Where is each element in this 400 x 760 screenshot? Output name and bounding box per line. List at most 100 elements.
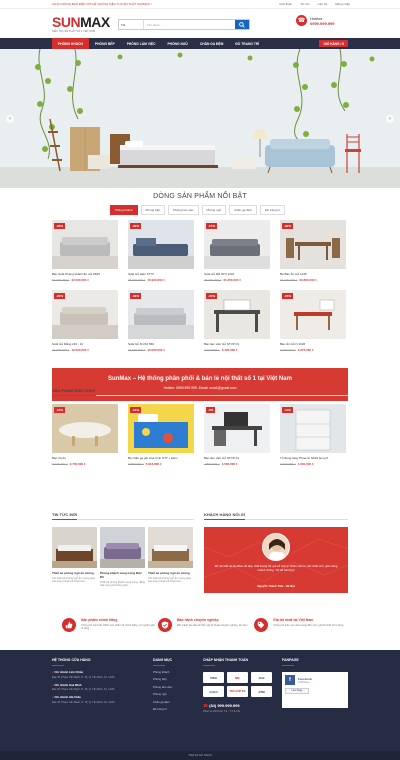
product-card[interactable]: -14% Bộ chăn ga gối Hoa Xinh NTT + Đệm 6… [128,404,194,466]
search-input[interactable]: Tìm kiếm... [144,20,235,29]
featured-tabs: Phòng khách Phòng bếp Phòng làm việc Phò… [110,205,286,215]
nav-living-room[interactable]: PHÒNG KHÁCH [52,38,89,49]
tab-decor[interactable]: Đồ trang trí [260,205,286,215]
product-name[interactable]: Tủ đựng Giày Phoenix N634 bung 5 [280,456,346,460]
product-name[interactable]: Sofa Gỗ M 201 566 [128,342,194,346]
product-card[interactable]: -36% Sofa Gỗ M 201 566 25.000.000 ₫ 16.00… [128,290,194,352]
product-image[interactable]: -36% [128,290,194,339]
top-link-about[interactable]: Giới thiệu [279,2,292,6]
stores-title: HỆ THỐNG CỬA HÀNG [52,658,91,662]
slider-prev-arrow[interactable]: ‹ [6,115,14,123]
nav-kitchen[interactable]: PHÒNG BẾP [89,38,121,49]
news-item-title[interactable]: Thiết kế phòng ngủ ấn tượng [52,571,97,575]
footer-link[interactable]: Phòng ngủ [153,692,193,696]
top-link-news[interactable]: Tin tức [300,2,309,6]
news-image[interactable] [148,527,193,568]
top-link-login[interactable]: Đăng nhập [335,2,350,6]
tab-living-room[interactable]: Phòng khách [110,205,138,215]
footer-link[interactable]: Đồ trang trí [153,707,193,711]
news-image[interactable] [52,527,97,568]
fb-page-name: Facebook [298,676,313,681]
news-item[interactable]: Phòng khách sang trọng Đức Đồ Thiết kế p… [100,527,145,587]
footer-link[interactable]: Phòng bếp [153,677,193,681]
footer-link[interactable]: Phòng khách [153,670,193,674]
logo[interactable]: SUNMAX SIÊU THỊ NỘI THẤT SỐ 1 VIỆT NAM [52,15,110,33]
product-name[interactable]: Bàn Ăn Gỗ N 1026 [280,342,346,346]
tab-kitchen[interactable]: Phòng bếp [140,205,166,215]
product-image[interactable]: -28% [52,220,118,269]
product-image[interactable]: -14% [128,404,194,453]
product-card[interactable]: -28% Bàn Sofa Phòng khách ấu mẫ N625 57.… [52,220,118,282]
sale-price: 42.000.000 ₫ [71,278,89,282]
nav-bedding[interactable]: CHĂN GA ĐỆM [194,38,230,49]
product-name[interactable]: Bàn Sofa Phòng khách ấu mẫ N625 [52,272,118,276]
nav-decor[interactable]: ĐỒ TRANG TRÍ [229,38,265,49]
news-item[interactable]: Thiết kế phòng ngủ ấn tượng Với thiết kế… [148,527,193,583]
discount-badge: -17% [206,223,218,229]
feature-title: Bảo hành chuyên nghiệp [177,618,219,622]
top-bar: CHÀO MỪNG BẠN ĐẾN VỚI HỆ THỐNG SIÊU THỊ … [0,0,400,9]
cart-button[interactable]: GIỎ HÀNG / 0 [319,40,348,47]
news-item[interactable]: Thiết kế phòng ngủ ấn tượng Với thiết kế… [52,527,97,583]
product-image[interactable]: -39% [128,220,194,269]
old-price: 3.100.000 ₫ [52,462,68,466]
hotline[interactable]: ☎ Hotline 0999.999.999 [296,15,334,26]
sale-price: 21.250.000 ₫ [223,278,241,282]
search-button[interactable] [235,20,249,29]
news-image[interactable] [100,527,145,568]
sale-price: 22.800.000 ₫ [299,278,317,282]
product-name[interactable]: Bàn trà 01 [52,456,118,460]
footer-phone[interactable]: ☎ (84) 999.999.999 [203,703,278,708]
product-image[interactable]: -13% [52,404,118,453]
nav-bedroom[interactable]: PHÒNG NGỦ [161,38,193,49]
tab-office[interactable]: Phòng làm việc [168,205,199,215]
product-card[interactable]: -15% Bàn làm việc Gỗ NTVP 01 4.000.000 ₫… [204,290,270,352]
discount-badge: -15% [206,293,218,299]
store-name: ● Chi nhánh Liên Chiểu [52,670,84,674]
news-item-title[interactable]: Phòng khách sang trọng Đức Đồ [100,571,145,579]
top-link-contact[interactable]: Liên hệ [317,2,327,6]
product-name[interactable]: Sofa Gỗ Mẫng 216 - 10 [52,342,118,346]
logo-text-dark: MAX [80,14,110,30]
product-name[interactable]: Bộ Bàn Ăn Gỗ 1230 [280,272,346,276]
tab-bedroom[interactable]: Phòng ngủ [201,205,227,215]
footer-link[interactable]: Chăn ga đệm [153,700,193,704]
product-card[interactable]: -13% Bàn trà 01 3.100.000 ₫ 2.700.000 ₫ [52,404,118,466]
product-image[interactable]: -15% [204,290,270,339]
store-name: ● Chi nhánh Hoà Minh [52,682,82,687]
feature-desc: Chúng tôi luôn cam kết mang đến mức giá … [273,624,344,627]
product-image[interactable]: -6% [204,404,270,453]
product-name[interactable]: Bàn làm việc Gỗ NTVP 01 [204,342,270,346]
search-category-select[interactable]: Tất [119,20,144,29]
product-card[interactable]: -39% Sofa Gỗ Hiện F773 25.000.000 ₫ 15.90… [128,220,194,282]
footer-link[interactable]: Phòng làm việc [153,685,193,689]
product-name[interactable]: Sofa Gỗ Hiện F773 [128,272,194,276]
news-item-title[interactable]: Thiết kế phòng ngủ ấn tượng [148,571,193,575]
slider-next-arrow[interactable]: › [386,115,394,123]
product-image[interactable]: -17% [204,220,270,269]
product-card[interactable]: -17% Sofa Gỗ Mẫ NTV 1104 25.000.000 ₫ 21.… [204,220,270,282]
discount-badge: -20% [54,293,66,299]
product-image[interactable]: -20% [52,290,118,339]
fb-like-button[interactable]: Like Page [285,688,309,694]
search-icon [239,21,245,28]
product-name[interactable]: Bộ chăn ga gối Hoa Xinh NTT + Đệm [128,456,194,460]
product-image[interactable]: -32% [280,220,346,269]
main-nav: PHÒNG KHÁCH PHÒNG BẾP PHÒNG LÀM VIỆC PHÒ… [0,38,400,49]
product-card[interactable]: -15% Bàn Ăn Gỗ N 1026 7.500.000 ₫ 6.375.0… [280,290,346,352]
bestsellers-heading: SẢN PHẨM BÁN CHẠY [52,388,348,396]
nav-office[interactable]: PHÒNG LÀM VIỆC [121,38,162,49]
product-card[interactable]: -20% Sofa Gỗ Mẫng 216 - 10 15.000.000 ₫ 1… [52,290,118,352]
footer-categories: DANH MỤC Phòng khách Phòng bếp Phòng làm… [153,658,193,711]
product-card[interactable]: -11% Tủ đựng Giày Phoenix N634 bung 5 4.… [280,404,346,466]
top-links: Giới thiệu Tin tức Liên hệ Đăng nhập [279,2,350,6]
tab-bedding[interactable]: Chăn ga đệm [229,205,258,215]
facebook-widget[interactable]: f Facebook 2.5M likes Like Page [282,672,348,708]
product-card[interactable]: -32% Bộ Bàn Ăn Gỗ 1230 34.000.000 ₫ 22.80… [280,220,346,282]
news-item-desc: Với thiết kế phòng ngủ ấn tượng giúp bạn… [52,577,96,584]
product-image[interactable]: -15% [280,290,346,339]
product-card[interactable]: -6% Bàn làm việc Gỗ NTVP 01 4.800.000 ₫ 4… [204,404,270,466]
product-name[interactable]: Bàn làm việc Gỗ NTVP 01 [204,456,270,460]
product-image[interactable]: -11% [280,404,346,453]
product-name[interactable]: Sofa Gỗ Mẫ NTV 1104 [204,272,270,276]
